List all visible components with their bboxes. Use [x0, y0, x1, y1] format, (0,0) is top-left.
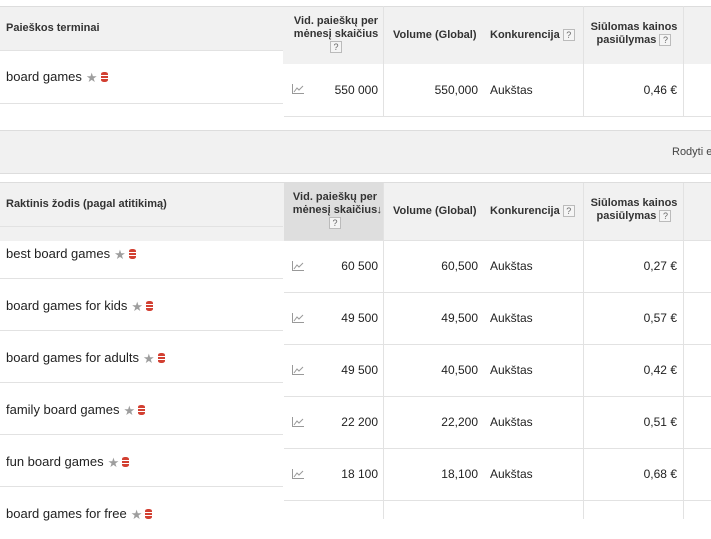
help-icon[interactable]: ?: [330, 41, 342, 54]
bid-value: 0,46 €: [643, 83, 677, 97]
star-icon[interactable]: ★: [123, 403, 135, 419]
volume-value: 49,500: [441, 311, 478, 325]
avg-searches-value: 22 200: [341, 415, 378, 429]
list-item[interactable]: best board games ★: [6, 246, 136, 263]
divider-bar: [0, 130, 711, 174]
database-icon: [138, 405, 146, 415]
keyword-text[interactable]: family board games: [6, 402, 119, 417]
bid-value: 0,27 €: [643, 259, 677, 273]
header-suggested-bid[interactable]: Siūlomas kainos pasiūlymas ?: [586, 21, 682, 47]
star-icon[interactable]: ★: [108, 455, 120, 471]
keyword-text[interactable]: board games: [6, 69, 82, 84]
avg-searches-value: 18 100: [341, 467, 378, 481]
trend-chart-icon[interactable]: [292, 261, 304, 271]
keyword-text[interactable]: board games for kids: [6, 298, 127, 313]
volume-value: 22,200: [441, 415, 478, 429]
competition-value: Aukštas: [490, 311, 533, 325]
trend-chart-icon[interactable]: [292, 365, 304, 375]
star-icon[interactable]: ★: [131, 507, 143, 523]
competition-value: Aukštas: [490, 83, 533, 97]
star-icon[interactable]: ★: [114, 247, 126, 263]
list-item[interactable]: board games for adults ★: [6, 350, 165, 367]
star-icon[interactable]: ★: [131, 299, 143, 315]
trend-chart-icon[interactable]: [292, 84, 304, 94]
volume-value: 550,000: [434, 83, 478, 97]
row-divider: [284, 292, 711, 293]
help-icon[interactable]: ?: [659, 34, 672, 47]
header-volume[interactable]: Volume (Global): [393, 29, 477, 42]
row-divider: [284, 500, 711, 501]
header-volume[interactable]: Volume (Global): [393, 205, 477, 218]
competition-value: Aukštas: [490, 467, 533, 481]
keyword-text[interactable]: board games for adults: [6, 350, 139, 365]
help-icon[interactable]: ?: [562, 205, 575, 218]
header-competition[interactable]: Konkurencija ?: [490, 205, 575, 218]
avg-searches-value: 60 500: [341, 259, 378, 273]
database-icon: [128, 249, 136, 259]
avg-searches-value: 550 000: [334, 83, 378, 97]
avg-searches-value: 49 500: [341, 363, 378, 377]
competition-value: Aukštas: [490, 363, 533, 377]
bid-value: 0,42 €: [643, 363, 677, 377]
header-search-terms: Paieškos terminai: [6, 22, 100, 34]
list-item[interactable]: board games for kids ★: [6, 298, 154, 315]
trend-chart-icon[interactable]: [292, 417, 304, 427]
database-icon: [146, 301, 154, 311]
database-icon: [122, 457, 130, 467]
competition-value: Aukštas: [490, 415, 533, 429]
help-icon[interactable]: ?: [659, 210, 672, 223]
row-divider: [284, 448, 711, 449]
list-item[interactable]: family board games ★: [6, 402, 146, 419]
bid-value: 0,51 €: [643, 415, 677, 429]
database-icon: [100, 72, 108, 82]
help-icon[interactable]: ?: [329, 217, 341, 230]
database-icon: [145, 509, 153, 519]
sort-arrow-icon: ↓: [376, 204, 383, 216]
competition-value: Aukštas: [490, 259, 533, 273]
list-item[interactable]: board games for free ★: [6, 506, 153, 523]
trend-chart-icon[interactable]: [292, 469, 304, 479]
database-icon: [157, 353, 165, 363]
header-avg-monthly[interactable]: Vid. paieškų per mėnesį skaičius ?: [288, 15, 384, 54]
volume-value: 18,100: [441, 467, 478, 481]
header-suggested-bid[interactable]: Siūlomas kainos pasiūlymas ?: [586, 197, 682, 223]
row-divider: [284, 344, 711, 345]
volume-value: 60,500: [441, 259, 478, 273]
header-avg-monthly-sorted[interactable]: Vid. paieškų per mėnesį skaičius ↓ ?: [292, 191, 382, 230]
header-keyword: Raktinis žodis (pagal atitikimą): [6, 198, 167, 210]
search-term-row[interactable]: board games ★: [6, 69, 108, 86]
header-competition[interactable]: Konkurencija ?: [490, 29, 575, 42]
keyword-text[interactable]: best board games: [6, 246, 110, 261]
volume-value: 40,500: [441, 363, 478, 377]
bid-value: 0,57 €: [643, 311, 677, 325]
help-icon[interactable]: ?: [562, 29, 575, 42]
bid-value: 0,68 €: [643, 467, 677, 481]
show-link[interactable]: Rodyti e: [672, 146, 711, 158]
avg-searches-value: 49 500: [341, 311, 378, 325]
trend-chart-icon[interactable]: [292, 313, 304, 323]
list-item[interactable]: fun board games ★: [6, 454, 130, 471]
row-divider: [284, 396, 711, 397]
row-divider: [284, 240, 711, 241]
keyword-text[interactable]: fun board games: [6, 454, 104, 469]
star-icon[interactable]: ★: [143, 351, 155, 367]
star-icon[interactable]: ★: [86, 70, 98, 86]
